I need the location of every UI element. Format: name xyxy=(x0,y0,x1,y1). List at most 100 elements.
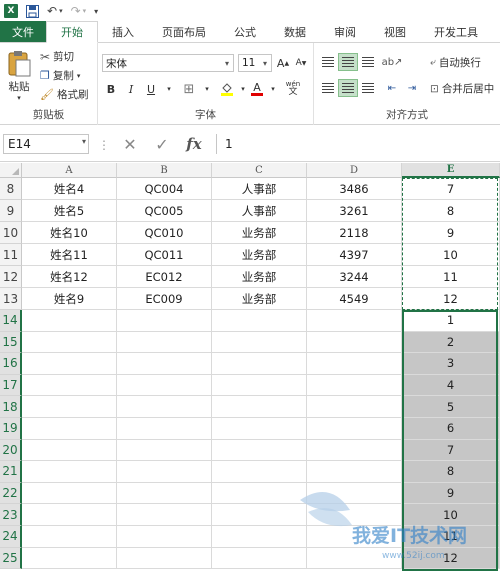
cut-button[interactable]: ✂ 剪切 xyxy=(40,49,74,64)
underline-button[interactable]: U xyxy=(142,80,160,98)
cell-b-21[interactable] xyxy=(117,461,212,483)
cell-b-25[interactable] xyxy=(117,547,212,570)
cell-b-13[interactable]: EC009 xyxy=(117,288,212,310)
cell-c-8[interactable]: 人事部 xyxy=(212,178,307,200)
cell-b-20[interactable] xyxy=(117,439,212,462)
row-header[interactable]: 19 xyxy=(0,418,22,440)
cell-c-13[interactable]: 业务部 xyxy=(212,288,307,310)
cell-b-15[interactable] xyxy=(117,331,212,354)
cell-b-8[interactable]: QC004 xyxy=(117,178,212,200)
cell-b-24[interactable] xyxy=(117,526,212,548)
cell-a-16[interactable] xyxy=(22,353,117,375)
row-header[interactable]: 12 xyxy=(0,266,22,288)
cell-e-12[interactable]: 11 xyxy=(402,266,500,288)
cell-a-19[interactable] xyxy=(22,418,117,440)
cell-c-25[interactable] xyxy=(212,547,307,570)
cell-c-17[interactable] xyxy=(212,374,307,397)
cell-c-15[interactable] xyxy=(212,331,307,354)
cell-b-14[interactable] xyxy=(117,310,212,332)
cell-e-16[interactable]: 3 xyxy=(402,353,500,375)
cell-d-22[interactable] xyxy=(307,482,402,505)
cell-e-9[interactable]: 8 xyxy=(402,200,500,222)
cell-a-12[interactable]: 姓名12 xyxy=(22,266,117,288)
cell-e-13[interactable]: 12 xyxy=(402,288,500,310)
cell-e-10[interactable]: 9 xyxy=(402,222,500,244)
cell-d-23[interactable] xyxy=(307,504,402,526)
row-header[interactable]: 10 xyxy=(0,222,22,244)
excel-app-icon[interactable]: X xyxy=(0,0,22,22)
cell-c-10[interactable]: 业务部 xyxy=(212,222,307,244)
underline-dropdown-icon[interactable]: ▾ xyxy=(160,80,178,98)
cancel-icon[interactable]: ✕ xyxy=(118,134,142,154)
cell-e-14[interactable]: 1 xyxy=(402,310,500,332)
borders-icon[interactable]: ⊞ xyxy=(180,80,198,98)
column-header-a[interactable]: A xyxy=(22,163,117,178)
cell-a-9[interactable]: 姓名5 xyxy=(22,200,117,222)
cell-d-18[interactable] xyxy=(307,396,402,418)
align-bottom-icon[interactable] xyxy=(358,53,378,71)
cell-a-11[interactable]: 姓名11 xyxy=(22,244,117,266)
insert-function-icon[interactable]: fx xyxy=(182,134,206,154)
cell-e-25[interactable]: 12 xyxy=(402,547,500,570)
worksheet-grid[interactable]: A B C D E 8 姓名4 QC004 人事部 3486 7 9 姓名5 QC005 人事部 3261 8 1… xyxy=(0,163,500,571)
cell-c-18[interactable] xyxy=(212,396,307,418)
cell-e-24[interactable]: 11 xyxy=(402,526,500,548)
align-top-icon[interactable] xyxy=(318,53,338,71)
cell-e-21[interactable]: 8 xyxy=(402,461,500,483)
copy-button[interactable]: ❐ 复制 ▾ xyxy=(40,68,80,83)
column-header-b[interactable]: B xyxy=(117,163,212,178)
cell-a-10[interactable]: 姓名10 xyxy=(22,222,117,244)
cell-c-20[interactable] xyxy=(212,439,307,462)
cell-c-16[interactable] xyxy=(212,353,307,375)
cell-a-23[interactable] xyxy=(22,504,117,526)
tab-data[interactable]: 数据 xyxy=(270,21,320,42)
cell-d-19[interactable] xyxy=(307,418,402,440)
row-header[interactable]: 20 xyxy=(0,439,22,462)
cell-a-20[interactable] xyxy=(22,439,117,462)
cell-a-21[interactable] xyxy=(22,461,117,483)
font-size-select[interactable]: 11 ▾ xyxy=(238,54,272,72)
cell-b-23[interactable] xyxy=(117,504,212,526)
column-header-e[interactable]: E xyxy=(402,163,500,178)
bold-button[interactable]: B xyxy=(102,80,120,98)
cell-a-14[interactable] xyxy=(22,310,117,332)
row-header[interactable]: 11 xyxy=(0,244,22,266)
align-left-icon[interactable] xyxy=(318,79,338,97)
cell-e-8[interactable]: 7 xyxy=(402,178,500,200)
row-header[interactable]: 8 xyxy=(0,178,22,200)
formula-input[interactable]: 1 xyxy=(216,134,500,154)
merge-center-button[interactable]: ⊡ 合并后居中 xyxy=(430,81,494,96)
row-header[interactable]: 18 xyxy=(0,396,22,418)
cell-b-9[interactable]: QC005 xyxy=(117,200,212,222)
cell-c-23[interactable] xyxy=(212,504,307,526)
cell-d-24[interactable] xyxy=(307,526,402,548)
cell-a-15[interactable] xyxy=(22,331,117,354)
cell-a-22[interactable] xyxy=(22,482,117,505)
row-header[interactable]: 9 xyxy=(0,200,22,222)
tab-file[interactable]: 文件 xyxy=(0,21,46,42)
enter-icon[interactable]: ✓ xyxy=(150,134,174,154)
select-all-button[interactable] xyxy=(0,163,22,178)
customize-icon[interactable]: ▾ xyxy=(90,0,102,22)
italic-button[interactable]: I xyxy=(122,80,140,98)
increase-font-icon[interactable]: A ▲ xyxy=(274,54,292,72)
cell-c-24[interactable] xyxy=(212,526,307,548)
tab-page-layout[interactable]: 页面布局 xyxy=(148,21,220,42)
align-center-icon[interactable] xyxy=(338,79,358,97)
cell-e-20[interactable]: 7 xyxy=(402,439,500,462)
cell-a-17[interactable] xyxy=(22,374,117,397)
cell-b-17[interactable] xyxy=(117,374,212,397)
cell-b-12[interactable]: EC012 xyxy=(117,266,212,288)
tab-insert[interactable]: 插入 xyxy=(98,21,148,42)
cell-b-16[interactable] xyxy=(117,353,212,375)
cell-d-17[interactable] xyxy=(307,374,402,397)
cell-e-19[interactable]: 6 xyxy=(402,418,500,440)
cell-e-15[interactable]: 2 xyxy=(402,331,500,354)
tab-review[interactable]: 审阅 xyxy=(320,21,370,42)
cell-c-11[interactable]: 业务部 xyxy=(212,244,307,266)
row-header[interactable]: 17 xyxy=(0,374,22,397)
cell-b-19[interactable] xyxy=(117,418,212,440)
decrease-font-icon[interactable]: A ▼ xyxy=(292,54,310,72)
column-header-d[interactable]: D xyxy=(307,163,402,178)
redo-icon[interactable]: ↷ ▾ xyxy=(67,0,91,22)
